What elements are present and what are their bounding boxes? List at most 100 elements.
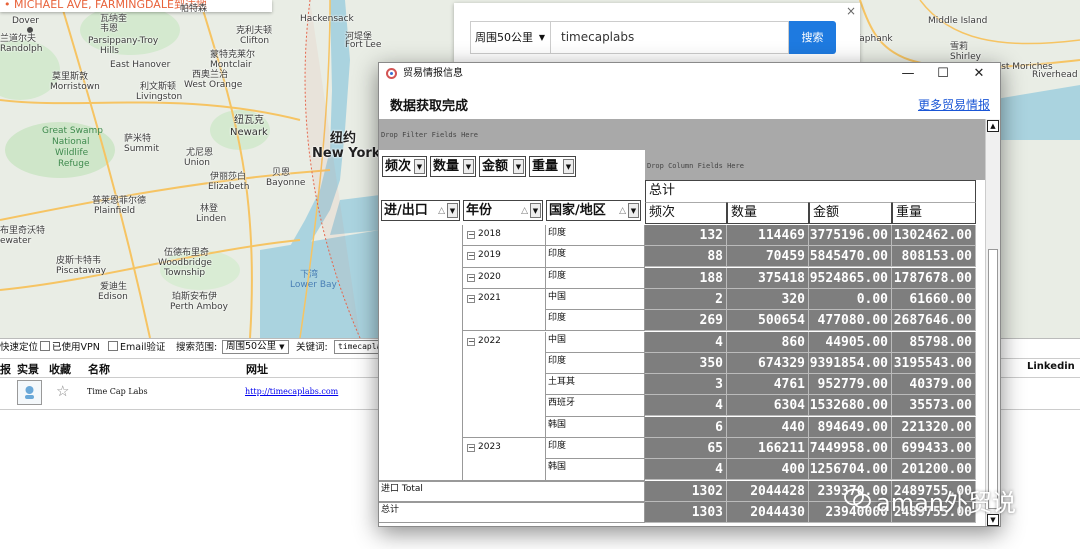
search-button[interactable]: 搜索 bbox=[789, 21, 836, 54]
dropdown-icon[interactable]: ▼ bbox=[447, 203, 458, 218]
value-cell[interactable]: 320 bbox=[727, 288, 809, 310]
value-cell[interactable]: 2687646.00 bbox=[892, 310, 976, 332]
value-cell[interactable]: 860 bbox=[727, 331, 809, 353]
row-field-chip[interactable]: 进/出口 △ ▼ bbox=[381, 200, 460, 221]
value-cell[interactable]: 269 bbox=[645, 310, 727, 332]
filter-drop-zone[interactable]: Drop Filter Fields Here bbox=[379, 119, 985, 150]
collapse-icon[interactable]: − bbox=[467, 337, 475, 346]
total-value-cell[interactable]: 2044428 bbox=[727, 480, 809, 502]
search-panel-close-button[interactable]: × bbox=[846, 4, 856, 18]
value-cell[interactable]: 9391854.00 bbox=[809, 352, 892, 374]
value-cell[interactable]: 894649.00 bbox=[809, 416, 892, 438]
value-cell[interactable]: 500654 bbox=[727, 310, 809, 332]
value-cell[interactable]: 85798.00 bbox=[892, 331, 976, 353]
value-cell[interactable]: 4 bbox=[645, 395, 727, 417]
data-field-chip[interactable]: 金额 ▼ bbox=[479, 156, 526, 177]
value-cell[interactable]: 440 bbox=[727, 416, 809, 438]
value-cell[interactable]: 0.00 bbox=[809, 288, 892, 310]
scrollbar-thumb[interactable] bbox=[988, 249, 998, 509]
value-cell[interactable]: 6 bbox=[645, 416, 727, 438]
value-cell[interactable]: 400 bbox=[727, 459, 809, 481]
total-value-cell[interactable]: 1303 bbox=[645, 501, 727, 523]
value-cell[interactable]: 1532680.00 bbox=[809, 395, 892, 417]
measure-header[interactable]: 数量 bbox=[727, 202, 809, 224]
value-cell[interactable]: 4 bbox=[645, 459, 727, 481]
value-cell[interactable]: 188 bbox=[645, 267, 727, 289]
search-input[interactable]: timecaplabs bbox=[550, 21, 789, 54]
value-cell[interactable]: 4 bbox=[645, 331, 727, 353]
sort-icon[interactable]: △ bbox=[521, 202, 528, 221]
company-url-link[interactable]: http://timecaplabs.com bbox=[245, 387, 338, 396]
value-cell[interactable]: 114469 bbox=[727, 225, 809, 246]
value-cell[interactable]: 674329 bbox=[727, 352, 809, 374]
more-trade-intel-link[interactable]: 更多贸易情报 bbox=[918, 96, 990, 113]
column-drop-zone[interactable]: Drop Column Fields Here bbox=[645, 150, 985, 180]
value-cell[interactable]: 9524865.00 bbox=[809, 267, 892, 289]
value-cell[interactable]: 3775196.00 bbox=[809, 225, 892, 246]
value-cell[interactable]: 477080.00 bbox=[809, 310, 892, 332]
value-cell[interactable]: 6304 bbox=[727, 395, 809, 417]
value-cell[interactable]: 44905.00 bbox=[809, 331, 892, 353]
vertical-scrollbar[interactable]: ▲ ▼ bbox=[985, 119, 1000, 526]
value-cell[interactable]: 808153.00 bbox=[892, 246, 976, 268]
value-cell[interactable]: 1302462.00 bbox=[892, 225, 976, 246]
value-cell[interactable]: 699433.00 bbox=[892, 438, 976, 459]
minimize-button[interactable]: — bbox=[891, 64, 925, 84]
street-view-thumbnail[interactable] bbox=[17, 380, 42, 405]
close-button[interactable]: ✕ bbox=[962, 64, 996, 84]
total-value-cell[interactable]: 1302 bbox=[645, 480, 727, 502]
measure-header[interactable]: 频次 bbox=[645, 202, 727, 224]
dropdown-icon[interactable]: ▼ bbox=[463, 159, 474, 174]
value-cell[interactable]: 201200.00 bbox=[892, 459, 976, 481]
column-header[interactable]: 报 bbox=[0, 361, 11, 377]
data-field-chip[interactable]: 频次 ▼ bbox=[382, 156, 427, 177]
data-field-chip[interactable]: 重量 ▼ bbox=[529, 156, 576, 177]
sort-icon[interactable]: △ bbox=[619, 202, 626, 221]
value-cell[interactable]: 7449958.00 bbox=[809, 438, 892, 459]
row-field-chip[interactable]: 国家/地区 △ ▼ bbox=[546, 200, 641, 221]
total-value-cell[interactable]: 2044430 bbox=[727, 501, 809, 523]
dropdown-icon[interactable]: ▼ bbox=[530, 203, 541, 218]
measure-header[interactable]: 重量 bbox=[892, 202, 976, 224]
column-header[interactable]: Linkedin bbox=[1027, 361, 1075, 372]
dialog-titlebar[interactable]: 贸易情报信息 — ☐ ✕ bbox=[379, 63, 1000, 85]
value-cell[interactable]: 70459 bbox=[727, 246, 809, 268]
collapse-icon[interactable]: − bbox=[467, 252, 475, 261]
value-cell[interactable]: 4761 bbox=[727, 374, 809, 396]
dropdown-icon[interactable]: ▼ bbox=[513, 159, 524, 174]
dropdown-icon[interactable]: ▼ bbox=[563, 159, 574, 174]
value-cell[interactable]: 3 bbox=[645, 374, 727, 396]
email-verify-checkbox[interactable] bbox=[108, 341, 118, 351]
fast-locate-checkbox[interactable] bbox=[40, 341, 51, 351]
value-cell[interactable]: 2 bbox=[645, 288, 727, 310]
data-field-chip[interactable]: 数量 ▼ bbox=[430, 156, 476, 177]
value-cell[interactable]: 166211 bbox=[727, 438, 809, 459]
collapse-icon[interactable]: − bbox=[467, 273, 475, 282]
column-header[interactable]: 名称 bbox=[88, 361, 110, 377]
value-cell[interactable]: 61660.00 bbox=[892, 288, 976, 310]
star-icon[interactable]: ☆ bbox=[56, 382, 69, 400]
collapse-icon[interactable]: − bbox=[467, 294, 475, 303]
toolbar-range-select[interactable]: 周围50公里 ▼ bbox=[222, 340, 289, 354]
value-cell[interactable]: 1787678.00 bbox=[892, 267, 976, 289]
measure-header[interactable]: 金额 bbox=[809, 202, 892, 224]
value-cell[interactable]: 5845470.00 bbox=[809, 246, 892, 268]
collapse-icon[interactable]: − bbox=[467, 444, 475, 452]
dropdown-icon[interactable]: ▼ bbox=[414, 159, 425, 174]
value-cell[interactable]: 1256704.00 bbox=[809, 459, 892, 481]
keyword-input[interactable]: timecaplabs bbox=[334, 340, 384, 354]
column-header[interactable]: 实景 bbox=[17, 361, 39, 377]
email-verify-option[interactable]: Email验证 bbox=[108, 341, 165, 354]
value-cell[interactable]: 952779.00 bbox=[809, 374, 892, 396]
sort-icon[interactable]: △ bbox=[438, 202, 445, 221]
maximize-button[interactable]: ☐ bbox=[926, 64, 960, 84]
value-cell[interactable]: 88 bbox=[645, 246, 727, 268]
value-cell[interactable]: 375418 bbox=[727, 267, 809, 289]
column-header[interactable]: 收藏 bbox=[49, 361, 71, 377]
column-header[interactable]: 网址 bbox=[246, 361, 268, 377]
dropdown-icon[interactable]: ▼ bbox=[628, 203, 639, 218]
search-range-select[interactable]: 周围50公里 ▼ bbox=[470, 21, 550, 54]
value-cell[interactable]: 40379.00 bbox=[892, 374, 976, 396]
value-cell[interactable]: 3195543.00 bbox=[892, 352, 976, 374]
collapse-icon[interactable]: − bbox=[467, 231, 475, 239]
